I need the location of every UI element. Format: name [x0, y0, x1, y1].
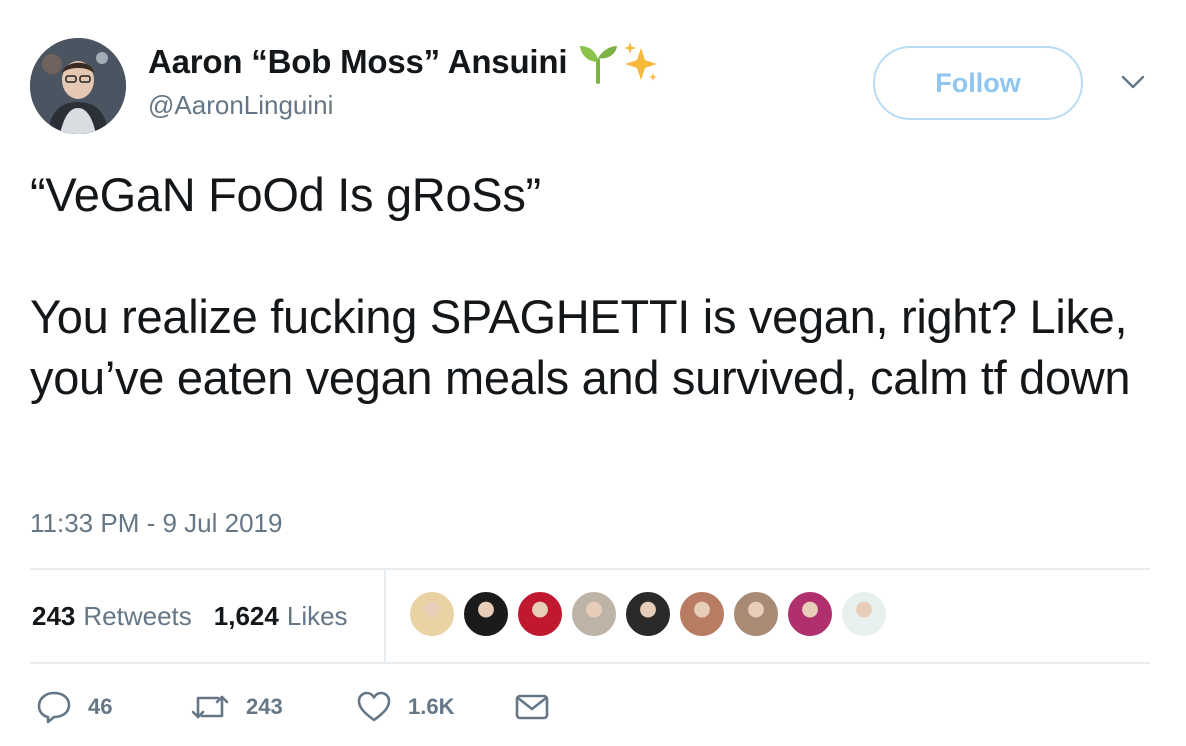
tweet-text: “VeGaN FoOd Is gRoSs” You realize fuckin…: [30, 168, 1131, 404]
engagement-stats: 243 Retweets 1,624 Likes: [30, 569, 1150, 663]
retweet-count: 243: [246, 694, 283, 719]
heart-icon: [357, 691, 391, 722]
liker-avatars: [408, 590, 888, 640]
author-name-row: Aaron “Bob Moss” Ansuini: [148, 40, 661, 84]
tweet-header: Aaron “Bob Moss” Ansuini @AaronLinguini …: [30, 38, 1160, 138]
follow-button[interactable]: Follow: [873, 46, 1083, 120]
name-emojis: [577, 40, 661, 84]
liker-avatar[interactable]: [462, 590, 510, 638]
stat-counts: 243 Retweets 1,624 Likes: [30, 569, 348, 663]
like-button[interactable]: 1.6K: [356, 684, 454, 730]
sparkles-icon: [624, 42, 658, 81]
retweets-count: 243: [32, 600, 76, 631]
seedling-icon: [580, 46, 618, 84]
retweet-button[interactable]: 243: [190, 684, 283, 730]
like-count: 1.6K: [408, 694, 455, 719]
chevron-down-icon[interactable]: [1120, 72, 1146, 92]
retweet-icon: [191, 695, 229, 719]
direct-message-button[interactable]: [514, 684, 550, 730]
reply-button[interactable]: 46: [36, 684, 112, 730]
author-handle[interactable]: @AaronLinguini: [148, 90, 333, 121]
liker-avatar[interactable]: [570, 590, 618, 638]
likes-stat[interactable]: 1,624 Likes: [214, 601, 348, 632]
likes-label: Likes: [286, 600, 348, 631]
liker-avatar[interactable]: [732, 590, 780, 638]
retweets-stat[interactable]: 243 Retweets: [32, 601, 192, 632]
tweet-timestamp[interactable]: 11:33 PM - 9 Jul 2019: [30, 508, 282, 539]
retweets-label: Retweets: [83, 600, 192, 631]
likes-count: 1,624: [213, 600, 279, 631]
liker-avatar[interactable]: [408, 590, 456, 638]
stats-separator: [384, 569, 386, 663]
reply-count: 46: [88, 694, 113, 719]
liker-avatar[interactable]: [516, 590, 564, 638]
author-display-name[interactable]: Aaron “Bob Moss” Ansuini: [148, 43, 568, 81]
tweet-actions: 46 243 1.6K: [30, 684, 630, 730]
liker-avatar[interactable]: [840, 590, 888, 638]
liker-avatar[interactable]: [678, 590, 726, 638]
liker-avatar[interactable]: [786, 590, 834, 638]
author-avatar[interactable]: [30, 38, 126, 134]
reply-icon: [37, 691, 71, 724]
stats-bottom-divider: [30, 662, 1150, 664]
liker-avatar[interactable]: [624, 590, 672, 638]
envelope-icon: [515, 694, 549, 720]
